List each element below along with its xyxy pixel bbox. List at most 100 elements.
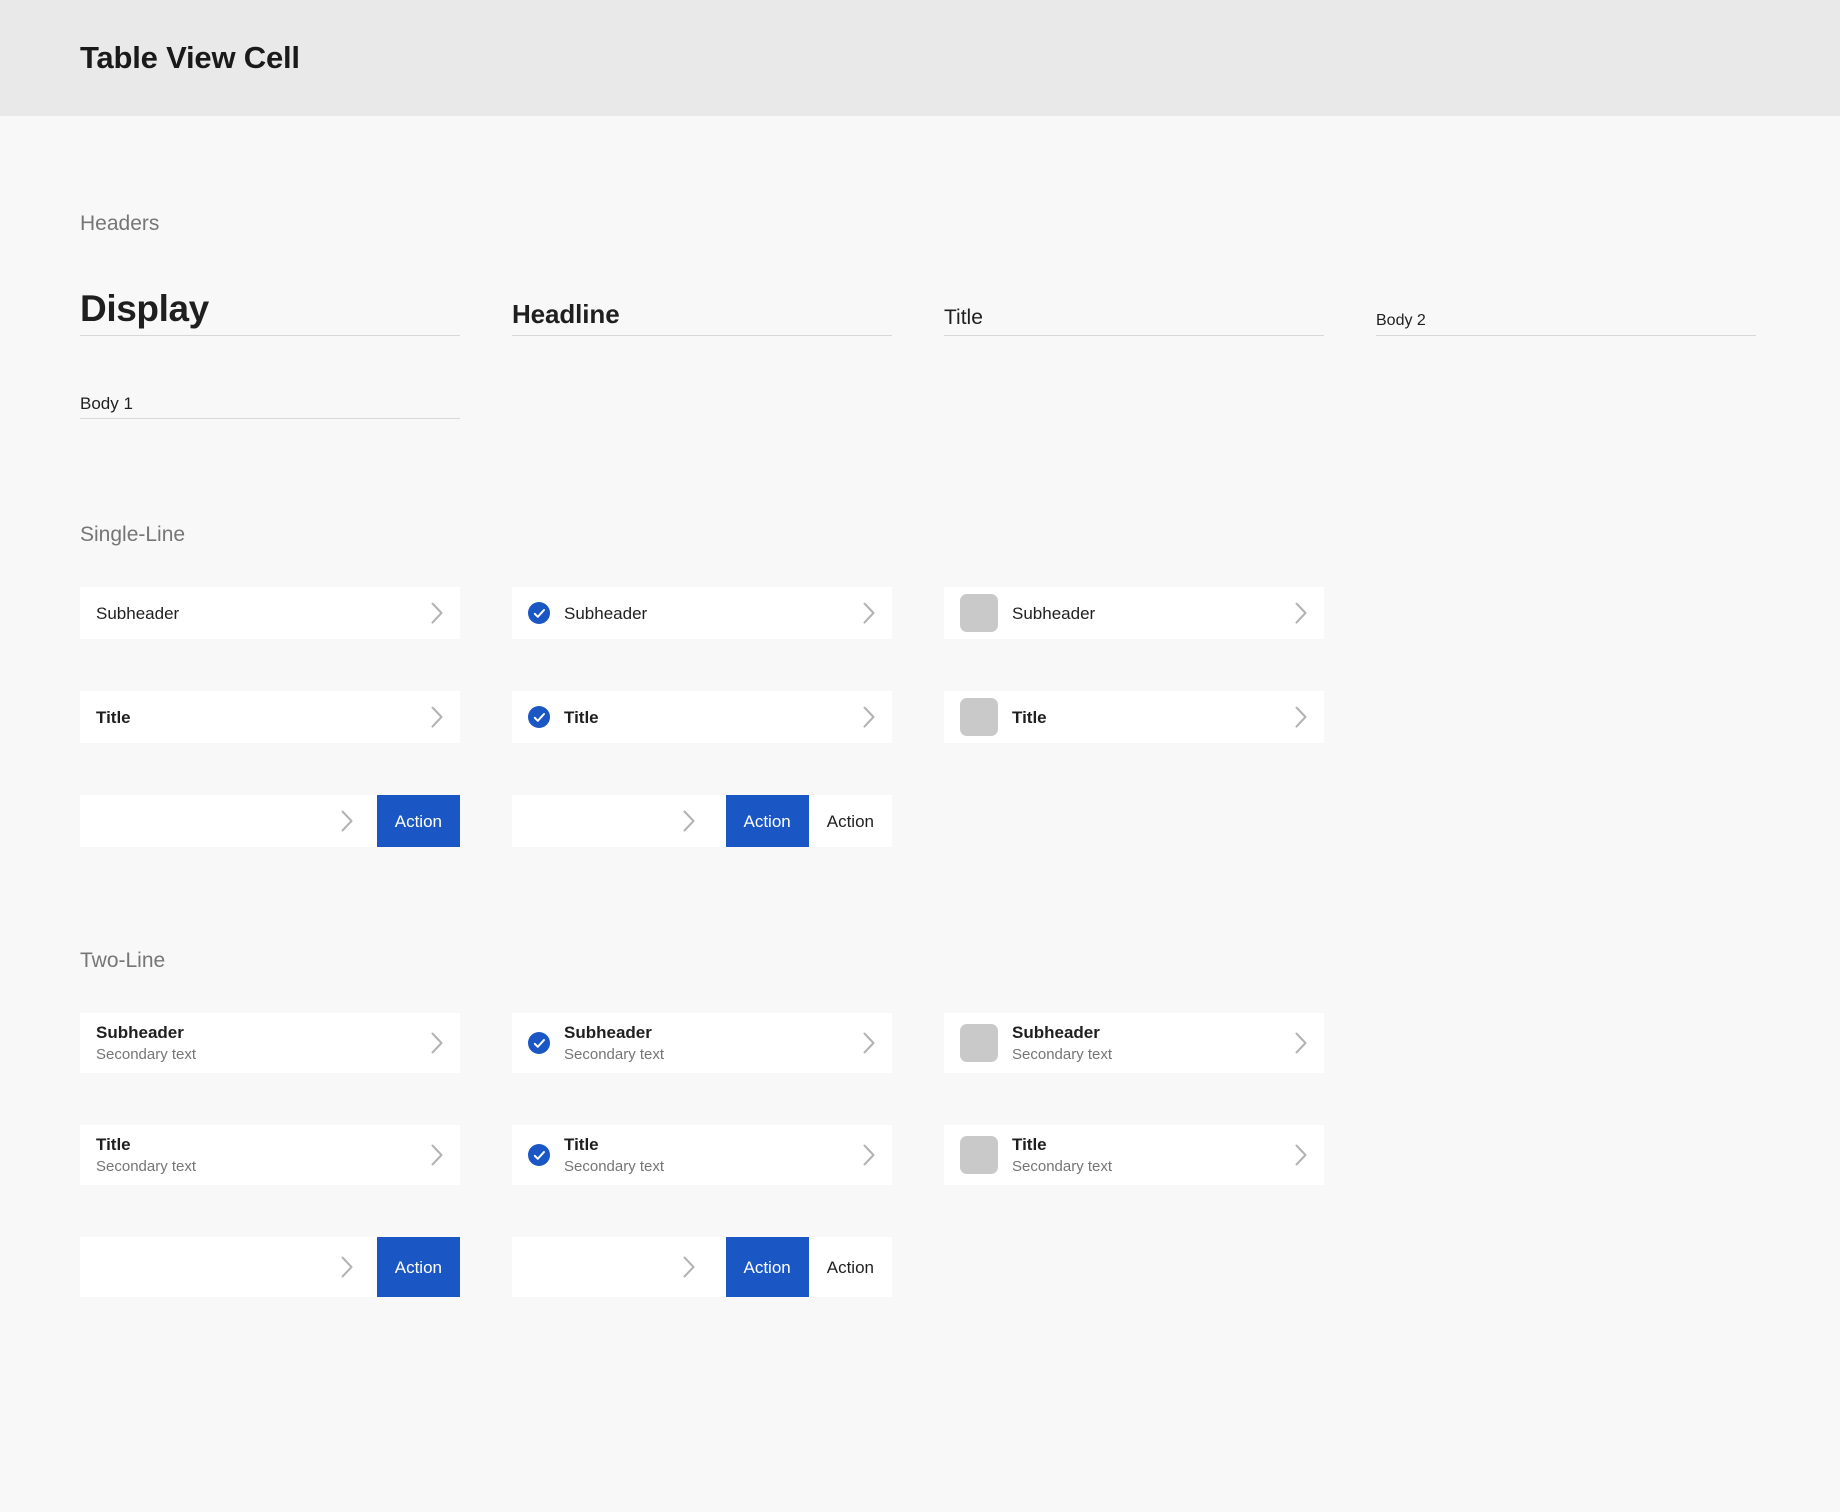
thumbnail-icon (960, 1024, 998, 1062)
table-view-cell-with-actions[interactable]: Action (80, 1237, 460, 1297)
cell-secondary-text: Secondary text (96, 1045, 421, 1065)
cell-leading-slot (528, 706, 550, 728)
header-sample-label: Headline (512, 300, 620, 329)
table-view-cell[interactable]: SubheaderSecondary text (80, 1013, 460, 1073)
action-button-primary[interactable]: Action (377, 1237, 460, 1297)
cell-leading-slot (960, 594, 998, 632)
cell-primary-text: Title (96, 1134, 421, 1155)
chevron-right-icon[interactable] (421, 602, 444, 624)
grid-gap (460, 691, 512, 743)
table-view-cell[interactable]: Subheader (944, 587, 1324, 639)
header-sample-body-2: Body 2 (1376, 288, 1756, 336)
cell-primary-text: Title (96, 707, 421, 728)
cell-text-block: SubheaderSecondary text (1012, 1022, 1285, 1065)
page-title: Table View Cell (80, 40, 300, 76)
cell-primary-text: Subheader (564, 603, 853, 624)
single-line-rows: Subheader Subheader Subheader Title Title Tit… (80, 587, 1760, 847)
cell-leading-slot (528, 602, 550, 624)
chevron-right-icon[interactable] (1285, 1032, 1308, 1054)
table-view-cell[interactable]: TitleSecondary text (512, 1125, 892, 1185)
chevron-right-icon[interactable] (331, 810, 370, 832)
header-sample-headline: Headline (512, 288, 892, 336)
check-circle-icon[interactable] (528, 706, 550, 728)
cell-text-block: Title (1012, 707, 1285, 728)
grid-gap (892, 394, 944, 419)
grid-gap (460, 795, 512, 847)
grid-gap (1324, 394, 1376, 419)
grid-gap (892, 1013, 944, 1073)
table-view-cell-with-actions[interactable]: Action (80, 795, 460, 847)
cell-actions: Action (377, 795, 460, 847)
section-label-two-line: Two-Line (80, 949, 1760, 973)
cell-actions: ActionAction (726, 795, 893, 847)
chevron-right-icon[interactable] (853, 706, 876, 728)
grid-gap (460, 1237, 512, 1297)
two-line-section: Two-Line SubheaderSecondary textSubheade… (80, 847, 1760, 1417)
table-view-cell[interactable]: TitleSecondary text (944, 1125, 1324, 1185)
chevron-right-icon[interactable] (853, 602, 876, 624)
cell-text-block: TitleSecondary text (96, 1134, 421, 1177)
action-button-secondary[interactable]: Action (809, 1237, 892, 1297)
chevron-right-icon[interactable] (853, 1144, 876, 1166)
chevron-right-icon[interactable] (853, 1032, 876, 1054)
chevron-right-icon[interactable] (421, 706, 444, 728)
cell-text-block: SubheaderSecondary text (564, 1022, 853, 1065)
cell-actions: Action (377, 1237, 460, 1297)
chevron-right-icon[interactable] (1285, 706, 1308, 728)
cell-leading-slot (960, 1136, 998, 1174)
page-content: Headers Display Headline Title Body 2 Bo… (0, 116, 1840, 1417)
table-view-cell[interactable]: Subheader (512, 587, 892, 639)
chevron-right-icon[interactable] (421, 1032, 444, 1054)
table-view-cell[interactable]: Title (512, 691, 892, 743)
chevron-right-icon[interactable] (1285, 1144, 1308, 1166)
table-view-cell[interactable]: Title (944, 691, 1324, 743)
cell-primary-text: Title (564, 707, 853, 728)
cell-secondary-text: Secondary text (1012, 1045, 1285, 1065)
grid-gap (460, 587, 512, 639)
table-view-cell[interactable]: SubheaderSecondary text (512, 1013, 892, 1073)
cell-secondary-text: Secondary text (1012, 1157, 1285, 1177)
thumbnail-icon (960, 1136, 998, 1174)
thumbnail-icon (960, 698, 998, 736)
grid-gap (892, 795, 944, 847)
two-line-rows: SubheaderSecondary textSubheaderSecondar… (80, 1013, 1760, 1297)
empty-slot (944, 795, 1324, 847)
chevron-right-icon[interactable] (673, 1256, 712, 1278)
action-button-secondary[interactable]: Action (809, 795, 892, 847)
headers-section: Headers Display Headline Title Body 2 Bo… (80, 116, 1760, 419)
table-view-cell-with-actions[interactable]: ActionAction (512, 1237, 892, 1297)
grid-gap (460, 1013, 512, 1073)
cell-leading-slot (960, 1024, 998, 1062)
cell-row: TitleSecondary textTitleSecondary textTi… (80, 1125, 1760, 1185)
table-view-cell[interactable]: Subheader (80, 587, 460, 639)
table-view-cell[interactable]: Title (80, 691, 460, 743)
check-circle-icon[interactable] (528, 602, 550, 624)
cell-primary-text: Title (1012, 707, 1285, 728)
cell-primary-text: Subheader (96, 1022, 421, 1043)
table-view-cell-with-actions[interactable]: ActionAction (512, 795, 892, 847)
cell-text-block: Title (96, 707, 421, 728)
grid-gap (460, 394, 512, 419)
header-sample-label: Display (80, 288, 209, 329)
chevron-right-icon[interactable] (1285, 602, 1308, 624)
action-button-primary[interactable]: Action (726, 1237, 809, 1297)
grid-gap (944, 394, 1324, 419)
cell-text-block: SubheaderSecondary text (96, 1022, 421, 1065)
cell-primary-text: Subheader (1012, 603, 1285, 624)
chevron-right-icon[interactable] (673, 810, 712, 832)
chevron-right-icon[interactable] (331, 1256, 370, 1278)
header-sample-label: Title (944, 306, 983, 330)
grid-gap (892, 691, 944, 743)
action-button-primary[interactable]: Action (377, 795, 460, 847)
grid-gap (460, 1125, 512, 1185)
header-sample-body-1: Body 1 (80, 394, 460, 419)
header-sample-display: Display (80, 288, 460, 336)
action-button-primary[interactable]: Action (726, 795, 809, 847)
check-circle-icon[interactable] (528, 1144, 550, 1166)
header-sample-label: Body 2 (1376, 312, 1426, 330)
table-view-cell[interactable]: TitleSecondary text (80, 1125, 460, 1185)
cell-primary-text: Title (1012, 1134, 1285, 1155)
check-circle-icon[interactable] (528, 1032, 550, 1054)
table-view-cell[interactable]: SubheaderSecondary text (944, 1013, 1324, 1073)
chevron-right-icon[interactable] (421, 1144, 444, 1166)
